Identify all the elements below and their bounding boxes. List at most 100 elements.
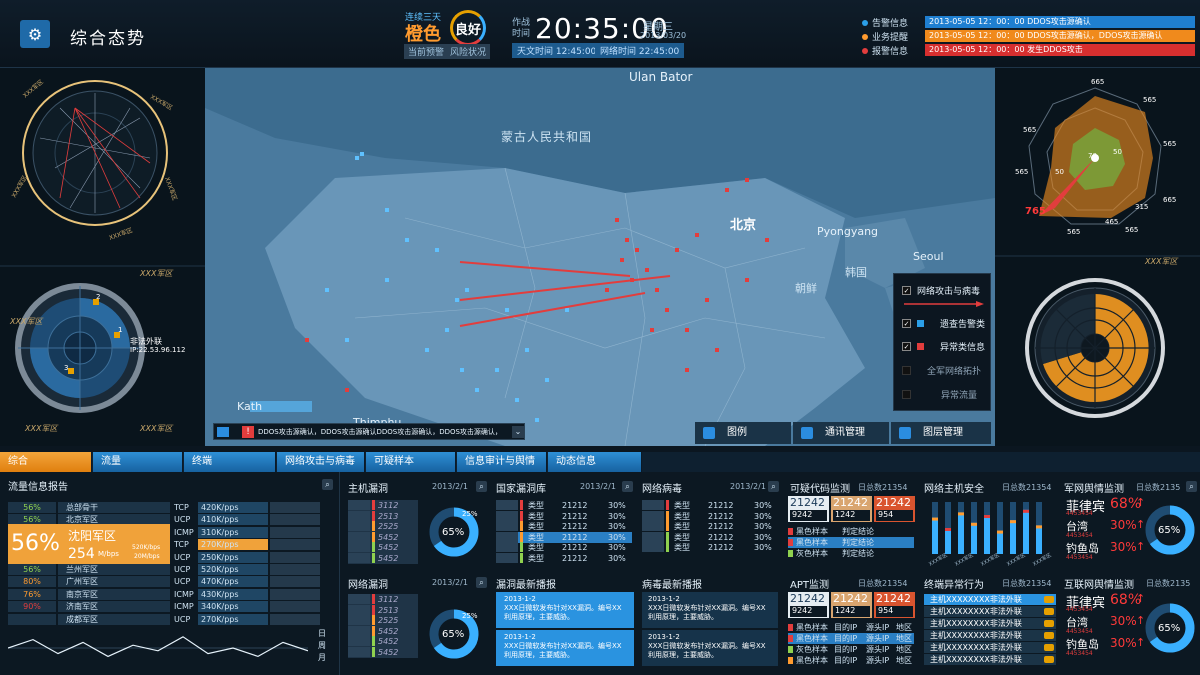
range-week[interactable]: 周 [318,640,328,652]
sample-count-card[interactable]: 21242 9242 [788,592,829,618]
traffic-row[interactable]: 80% 广州军区 UCP 470K/pps [8,576,320,588]
apt-row[interactable]: 黑色样本 目的IP 源头IP 地区 [788,655,914,666]
host-bar[interactable] [932,517,938,554]
host-bar[interactable] [984,515,990,554]
vuln-row[interactable]: 2513 [348,604,418,616]
endpoint-row[interactable]: 主机XXXXXXXX非法外联 [924,630,1056,641]
sample-count-card[interactable]: 21242 1242 [831,496,872,522]
vuln-news-card[interactable]: 2013-1-2 XXX日微软发布针对XX漏洞。编号XX利用原理，主要威胁。 [496,630,634,666]
traffic-row[interactable]: 56% 总部骨干 TCP 420K/pps [8,502,320,513]
traffic-row[interactable]: 56% 兰州军区 UCP 520K/pps [8,564,320,575]
endpoint-row[interactable]: 主机XXXXXXXX非法外联 [924,618,1056,629]
vuln-row[interactable]: 5452 [348,552,418,564]
type-row[interactable]: 类型 21212 30% [496,521,632,532]
ticker-dropdown-icon[interactable]: ⌄ [512,426,524,438]
sample-count-card[interactable]: 21242 954 [874,592,915,618]
map-view[interactable]: Ulan Bator 蒙古人民共和国 北京 Pyongyang Seoul 韩国… [205,68,995,446]
range-day[interactable]: 日 [318,628,328,640]
suspicious-row[interactable]: 黑色样本 判定结论 [788,537,914,548]
layer-button[interactable]: 图层管理 [891,422,991,444]
vuln-row[interactable]: 2513 [348,510,418,522]
apt-row[interactable]: 黑色样本 目的IP 源头IP 地区 [788,622,914,633]
search-icon[interactable]: ⌕ [476,577,487,588]
legend-button[interactable]: 图例 [695,422,791,444]
tab-dynamic-info[interactable]: 动态信息 [548,452,642,472]
tab-traffic[interactable]: 流量 [93,452,183,472]
suspicious-row[interactable]: 黑色样本 判定结论 [788,526,914,537]
endpoint-row[interactable]: 主机XXXXXXXX非法外联 [924,606,1056,617]
mail-icon[interactable] [217,427,229,437]
legend-abnormal-info[interactable]: ✓ 异常类信息 [902,340,985,353]
endpoint-row[interactable]: 主机XXXXXXXX非法外联 [924,654,1056,665]
vuln-row[interactable]: 5452 [348,531,418,543]
type-row[interactable]: 类型 21212 30% [496,510,632,522]
endpoint-row[interactable]: 主机XXXXXXXX非法外联 [924,594,1056,605]
vuln-row[interactable]: 5452 [348,646,418,658]
point-3-marker[interactable] [68,368,74,374]
tab-audit-sentiment[interactable]: 信息审计与舆情 [457,452,547,472]
vuln-row[interactable]: 2525 [348,615,418,626]
checkbox-icon[interactable]: ✓ [902,319,911,328]
range-month[interactable]: 月 [318,652,328,664]
alarm-info-label[interactable]: 报警信息 [862,44,908,57]
sample-count-card[interactable]: 21242 954 [874,496,915,522]
host-bar[interactable] [1036,525,1042,554]
highlight-region-card[interactable]: 56% 沈阳军区 254 M/bps 520K/bps 20M/bps [8,524,170,564]
type-row[interactable]: 类型 21212 30% [496,552,632,564]
search-icon[interactable]: ⌕ [476,481,487,492]
virus-news-card[interactable]: 2013-1-2 XXX日微软发布针对XX漏洞。编号XX利用原理，主要威胁。 [642,630,778,666]
search-icon[interactable]: ⌕ [768,481,779,492]
eye-icon[interactable] [1044,620,1054,627]
vuln-row[interactable]: 2525 [348,521,418,532]
type-row[interactable]: 类型 21212 30% [496,500,632,511]
alert-bar-red[interactable]: 2013-05-05 12：00：00 发生DDOS攻击 [925,44,1195,56]
tab-terminal[interactable]: 终端 [184,452,276,472]
alert-bar-blue[interactable]: 2013-05-05 12：00：00 DDOS攻击源确认 [925,16,1195,28]
tab-overview[interactable]: 综合 [0,452,92,472]
traffic-row[interactable]: 76% 南京军区 ICMP 430K/pps [8,588,320,600]
eye-icon[interactable] [1044,596,1054,603]
legend-topology[interactable]: 全军网络拓扑 [902,364,981,377]
business-reminder-label[interactable]: 业务提醒 [862,30,908,43]
range-selector[interactable]: 日 周 月 [318,628,328,664]
vuln-news-card[interactable]: 2013-1-2 XXX日微软发布针对XX漏洞。编号XX利用原理，主要威胁。 [496,592,634,628]
host-bar[interactable] [945,528,951,554]
search-icon[interactable]: ⌕ [322,479,333,490]
vuln-row[interactable]: 5452 [348,636,418,647]
endpoint-row[interactable]: 主机XXXXXXXX非法外联 [924,642,1056,653]
traffic-row[interactable]: 90% 济南军区 ICMP 340K/pps [8,601,320,613]
search-icon[interactable]: ⌕ [622,481,633,492]
type-row[interactable]: 类型 21212 30% [642,531,778,543]
type-row[interactable]: 类型 21212 30% [642,521,778,532]
alert-info-label[interactable]: 告警信息 [862,16,908,29]
warning-icon[interactable]: ! [242,426,254,438]
legend-alert-type[interactable]: ✓ 遗查告警类 [902,317,985,330]
host-bar[interactable] [1010,520,1016,554]
virus-news-card[interactable]: 2013-1-2 XXX日微软发布针对XX漏洞。编号XX利用原理，主要威胁。 [642,592,778,628]
apt-row[interactable]: 灰色样本 目的IP 源头IP 地区 [788,644,914,655]
traffic-row[interactable]: 成都军区 UCP 270K/pps [8,613,320,625]
legend-abnormal-traffic[interactable]: 异常流量 [902,388,977,401]
type-row[interactable]: 类型 21212 30% [642,500,778,511]
legend-network-attack[interactable]: ✓ 网络攻击与病毒 [902,284,980,297]
type-row[interactable]: 类型 21212 30% [496,542,632,553]
vuln-row[interactable]: 3112 [348,500,418,511]
eye-icon[interactable] [1044,632,1054,639]
communication-button[interactable]: 通讯管理 [793,422,889,444]
eye-icon[interactable] [1044,608,1054,615]
checkbox-icon[interactable] [902,390,911,399]
host-bar[interactable] [958,512,964,554]
search-icon[interactable]: ⌕ [1186,481,1197,492]
eye-icon[interactable] [1044,656,1054,663]
type-row[interactable]: 类型 21212 30% [642,510,778,522]
suspicious-row[interactable]: 灰色样本 判定结论 [788,548,914,559]
eye-icon[interactable] [1044,644,1054,651]
sample-count-card[interactable]: 21242 1242 [831,592,872,618]
checkbox-icon[interactable]: ✓ [902,342,911,351]
tab-suspicious-samples[interactable]: 可疑样本 [366,452,456,472]
tab-network-attack[interactable]: 网络攻击与病毒 [277,452,365,472]
vuln-row[interactable]: 5452 [348,625,418,637]
checkbox-icon[interactable]: ✓ [902,286,911,295]
host-bar[interactable] [971,522,977,554]
host-bar[interactable] [1023,509,1029,554]
